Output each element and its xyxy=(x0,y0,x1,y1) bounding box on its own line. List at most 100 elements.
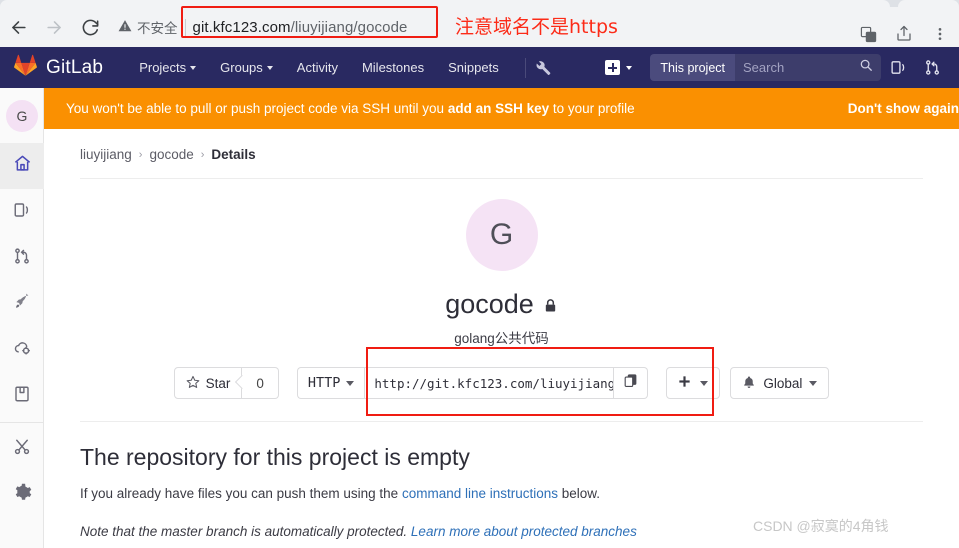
breadcrumb-current-page: Details xyxy=(211,147,256,162)
omnibox-url[interactable]: git.kfc123.com/liuyijiang/gocode xyxy=(193,19,408,36)
star-button[interactable]: Star xyxy=(173,367,243,399)
clone-url-value: http://git.kfc123.com/liuyijiang/ xyxy=(374,375,615,391)
forward-arrow-icon[interactable] xyxy=(36,9,72,45)
screenshot-root: 不安全 git.kfc123.com/liuyijiang/gocode 文 注… xyxy=(0,0,959,548)
more-options-icon[interactable] xyxy=(923,17,957,51)
gitlab-navbar: GitLab Projects Groups Activity Mileston… xyxy=(0,47,959,88)
browser-tab-active[interactable] xyxy=(0,0,890,7)
omnibox-url-path: /liuyijiang/gocode xyxy=(290,18,408,36)
clone-protocol-dropdown[interactable]: HTTP xyxy=(296,367,365,399)
search-group: This project Search xyxy=(650,54,881,81)
nav-link-snippets-label: Snippets xyxy=(448,60,499,75)
warning-triangle-icon xyxy=(118,19,132,36)
copy-url-button[interactable] xyxy=(614,367,649,399)
ssh-banner-text-before: You won't be able to pull or push projec… xyxy=(66,101,448,116)
navbar-issues-icon[interactable] xyxy=(881,47,915,88)
security-status-label: 不安全 xyxy=(137,21,178,36)
navbar-merge-request-icon[interactable] xyxy=(915,47,949,88)
sidebar-items xyxy=(0,143,44,518)
sidebar-item-operations[interactable] xyxy=(0,327,44,373)
empty-repo-title: The repository for this project is empty xyxy=(80,444,470,470)
sidebar-project-avatar[interactable]: G xyxy=(6,100,38,132)
nav-link-projects[interactable]: Projects xyxy=(127,47,208,88)
cloud-gear-icon xyxy=(13,338,32,362)
search-placeholder: Search xyxy=(743,60,785,75)
project-description: golang公共代码 xyxy=(454,331,549,346)
back-arrow-icon[interactable] xyxy=(0,9,36,45)
protected-note-before: Note that the master branch is automatic… xyxy=(80,524,411,539)
nav-link-snippets[interactable]: Snippets xyxy=(436,47,511,88)
sidebar-divider xyxy=(0,422,44,423)
breadcrumb: liuyijiang › gocode › Details xyxy=(44,129,959,162)
nav-link-projects-label: Projects xyxy=(139,60,187,75)
project-name: gocode xyxy=(445,289,534,319)
command-line-instructions-link[interactable]: command line instructions xyxy=(402,486,558,501)
nav-link-activity-label: Activity xyxy=(296,60,338,75)
chevron-down-icon xyxy=(346,380,355,386)
gitlab-home-link[interactable]: GitLab xyxy=(0,54,103,82)
nav-link-groups-label: Groups xyxy=(220,60,263,75)
nav-link-groups[interactable]: Groups xyxy=(208,47,285,88)
sidebar-item-project-overview[interactable] xyxy=(0,143,44,189)
search-scope-selector[interactable]: This project xyxy=(650,54,735,81)
nav-link-milestones[interactable]: Milestones xyxy=(350,47,436,88)
star-button-label: Star xyxy=(205,375,231,391)
book-icon xyxy=(13,385,31,408)
gitlab-brand-text: GitLab xyxy=(46,56,104,78)
project-avatar: G xyxy=(465,199,538,271)
reload-icon[interactable] xyxy=(72,9,108,45)
nav-link-activity[interactable]: Activity xyxy=(285,47,350,88)
main-content: liuyijiang › gocode › Details G gocode g… xyxy=(44,129,959,548)
annotation-text-https: 注意域名不是https xyxy=(455,16,618,38)
sidebar-item-snippets[interactable] xyxy=(0,426,44,472)
search-input[interactable]: Search xyxy=(735,54,881,81)
breadcrumb-namespace[interactable]: liuyijiang xyxy=(80,147,132,162)
dismiss-banner-button[interactable]: Don't show again xyxy=(848,101,959,116)
star-count[interactable]: 0 xyxy=(242,367,279,399)
wrench-icon[interactable] xyxy=(534,59,551,76)
browser-tabstrip xyxy=(0,0,959,7)
chevron-down-icon xyxy=(190,65,197,70)
protected-branches-link[interactable]: Learn more about protected branches xyxy=(411,524,637,539)
omnibox-divider xyxy=(184,18,186,36)
sidebar-item-settings[interactable] xyxy=(0,472,44,518)
empty-paragraph-before: If you already have files you can push t… xyxy=(80,486,402,501)
ssh-banner-text-after: to your profile xyxy=(549,101,635,116)
plus-square-icon xyxy=(605,60,621,75)
sidebar-item-merge-requests[interactable] xyxy=(0,235,44,281)
bell-icon xyxy=(742,375,756,392)
clone-url-input[interactable]: http://git.kfc123.com/liuyijiang/ xyxy=(364,367,615,399)
share-icon[interactable] xyxy=(887,17,921,51)
sidebar-item-wiki[interactable] xyxy=(0,373,44,419)
gitlab-navbar-right: This project Search xyxy=(595,47,959,88)
sidebar-item-issues[interactable] xyxy=(0,189,44,235)
nav-link-milestones-label: Milestones xyxy=(361,60,425,75)
empty-repo-paragraph: If you already have files you can push t… xyxy=(80,486,923,501)
chevron-down-icon xyxy=(809,380,818,386)
clone-group: HTTP http://git.kfc123.com/liuyijiang/ xyxy=(296,367,649,399)
rocket-icon xyxy=(13,292,31,316)
chevron-down-icon xyxy=(266,65,273,70)
breadcrumb-separator: › xyxy=(138,148,143,161)
csdn-watermark: CSDN @寂寞的4角钱 xyxy=(753,518,889,534)
search-icon[interactable] xyxy=(859,58,873,77)
scissors-icon xyxy=(13,438,31,461)
breadcrumb-project[interactable]: gocode xyxy=(149,147,193,162)
project-sidebar: G xyxy=(0,88,44,548)
sidebar-item-ci-cd[interactable] xyxy=(0,281,44,327)
plus-icon xyxy=(678,375,691,391)
translate-icon[interactable]: 文 xyxy=(851,17,885,51)
omnibox-url-host: git.kfc123.com xyxy=(192,18,291,36)
add-dropdown-button[interactable] xyxy=(666,367,721,399)
ssh-banner-link[interactable]: add an SSH key xyxy=(448,101,549,116)
browser-tab-secondary[interactable] xyxy=(898,0,959,7)
lock-icon xyxy=(543,289,558,320)
security-status-chip[interactable]: 不安全 xyxy=(114,17,184,37)
project-actions: Star 0 HTTP http://git.kfc123.com/liuyij… xyxy=(44,367,959,399)
browser-chrome: 不安全 git.kfc123.com/liuyijiang/gocode 文 注… xyxy=(0,0,959,47)
chevron-down-icon xyxy=(626,65,633,70)
new-item-dropdown[interactable] xyxy=(595,60,642,75)
issues-icon xyxy=(13,201,31,224)
notification-dropdown[interactable]: Global xyxy=(730,367,830,399)
notification-label: Global xyxy=(763,375,803,391)
